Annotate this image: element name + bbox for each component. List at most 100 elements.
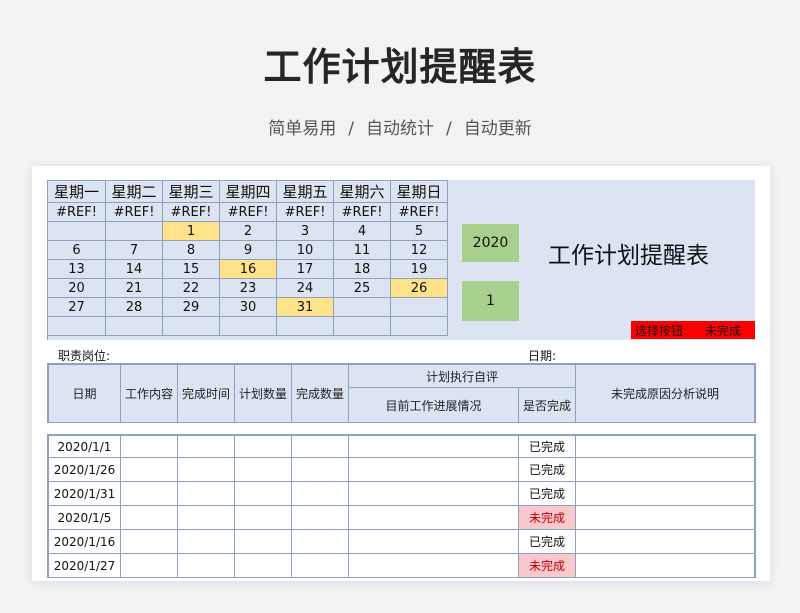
subtitle-item: 自动统计	[366, 119, 434, 139]
weekday-header: 星期日	[391, 180, 448, 203]
calendar-day: 4	[334, 222, 391, 241]
row-status: 已完成	[519, 482, 576, 506]
subtitle-separator: /	[348, 119, 354, 139]
row-status: 已完成	[519, 434, 576, 458]
calendar-day	[391, 298, 448, 317]
calendar-panel: 星期一 星期二 星期三 星期四 星期五 星期六 星期日 #REF! #REF! #REF! #REF…	[47, 180, 755, 340]
table-cell	[349, 506, 519, 530]
calendar-day: 11	[334, 241, 391, 260]
table-cell	[235, 530, 292, 554]
row-date: 2020/1/31	[47, 482, 121, 506]
row-date: 2020/1/5	[47, 506, 121, 530]
position-label: 职责岗位:	[58, 349, 111, 363]
header-date: 日期	[47, 363, 121, 423]
table-cell	[235, 458, 292, 482]
calendar-day: 16	[220, 260, 277, 279]
weekday-header: 星期六	[334, 180, 391, 203]
table-cell	[576, 530, 756, 554]
calendar-day: 21	[106, 279, 163, 298]
header-finish-time: 完成时间	[178, 363, 235, 423]
calendar-day: 17	[277, 260, 334, 279]
select-label: 选择按钮:	[635, 323, 688, 338]
calendar-day: 3	[277, 222, 334, 241]
table-cell	[349, 530, 519, 554]
table-cell	[121, 554, 178, 578]
calendar-day: 31	[277, 298, 334, 317]
table-cell	[121, 530, 178, 554]
header-plan-qty: 计划数量	[235, 363, 292, 423]
calendar-day: 7	[106, 241, 163, 260]
year-cell[interactable]: 2020	[462, 224, 519, 262]
ref-cell: #REF!	[163, 203, 220, 222]
table-cell	[349, 458, 519, 482]
ref-cell: #REF!	[48, 203, 106, 222]
row-date: 2020/1/27	[47, 554, 121, 578]
table-cell	[178, 458, 235, 482]
weekday-header: 星期三	[163, 180, 220, 203]
header-progress: 目前工作进展情况	[349, 388, 519, 423]
table-cell	[292, 554, 349, 578]
table-cell	[235, 434, 292, 458]
row-status: 已完成	[519, 530, 576, 554]
table-cell	[292, 482, 349, 506]
calendar-day	[48, 317, 106, 336]
weekday-header: 星期四	[220, 180, 277, 203]
calendar-day: 24	[277, 279, 334, 298]
calendar-day: 6	[48, 241, 106, 260]
header-done-qty: 完成数量	[292, 363, 349, 423]
ref-cell: #REF!	[277, 203, 334, 222]
calendar-day	[106, 222, 163, 241]
spreadsheet: 星期一 星期二 星期三 星期四 星期五 星期六 星期日 #REF! #REF! #REF! #REF…	[32, 166, 770, 581]
calendar-day	[334, 298, 391, 317]
weekday-header: 星期五	[277, 180, 334, 203]
table-cell	[235, 554, 292, 578]
table-cell	[576, 458, 756, 482]
calendar-day: 1	[163, 222, 220, 241]
date-label: 日期:	[528, 349, 557, 363]
table-cell	[121, 506, 178, 530]
select-button[interactable]: 选择按钮: 未完成	[631, 321, 755, 339]
row-date: 2020/1/26	[47, 458, 121, 482]
table-cell	[121, 458, 178, 482]
row-status: 未完成	[519, 554, 576, 578]
table-cell	[292, 434, 349, 458]
calendar-day: 26	[391, 279, 448, 298]
calendar-day: 18	[334, 260, 391, 279]
select-value: 未完成	[705, 323, 742, 338]
table-cell	[349, 434, 519, 458]
page-title: 工作计划提醒表	[263, 45, 537, 89]
calendar-day: 15	[163, 260, 220, 279]
header-group: 计划执行自评	[349, 363, 576, 388]
header-is-done: 是否完成	[519, 388, 576, 423]
table-cell	[178, 554, 235, 578]
calendar-day: 10	[277, 241, 334, 260]
table-cell	[576, 434, 756, 458]
table-cell	[121, 434, 178, 458]
calendar-day: 22	[163, 279, 220, 298]
header-reason: 未完成原因分析说明	[576, 363, 756, 423]
subtitle-item: 简单易用	[268, 119, 337, 139]
calendar-day: 5	[391, 222, 448, 241]
calendar-day	[334, 317, 391, 336]
table-cell	[349, 482, 519, 506]
month-cell[interactable]: 1	[462, 281, 519, 321]
calendar-day: 27	[48, 298, 106, 317]
subtitle-item: 自动更新	[463, 119, 532, 139]
ref-cell: #REF!	[220, 203, 277, 222]
header-content: 工作内容	[121, 363, 178, 423]
sheet-title: 工作计划提醒表	[548, 243, 709, 269]
calendar-day: 23	[220, 279, 277, 298]
table-cell	[178, 530, 235, 554]
calendar-day	[391, 317, 448, 336]
calendar-day: 12	[391, 241, 448, 260]
calendar-day: 14	[106, 260, 163, 279]
calendar-day: 30	[220, 298, 277, 317]
calendar-day: 13	[48, 260, 106, 279]
calendar-day	[277, 317, 334, 336]
table-cell	[576, 554, 756, 578]
row-status: 已完成	[519, 458, 576, 482]
table-cell	[235, 482, 292, 506]
table-cell	[576, 482, 756, 506]
calendar-day: 28	[106, 298, 163, 317]
weekday-header: 星期二	[106, 180, 163, 203]
